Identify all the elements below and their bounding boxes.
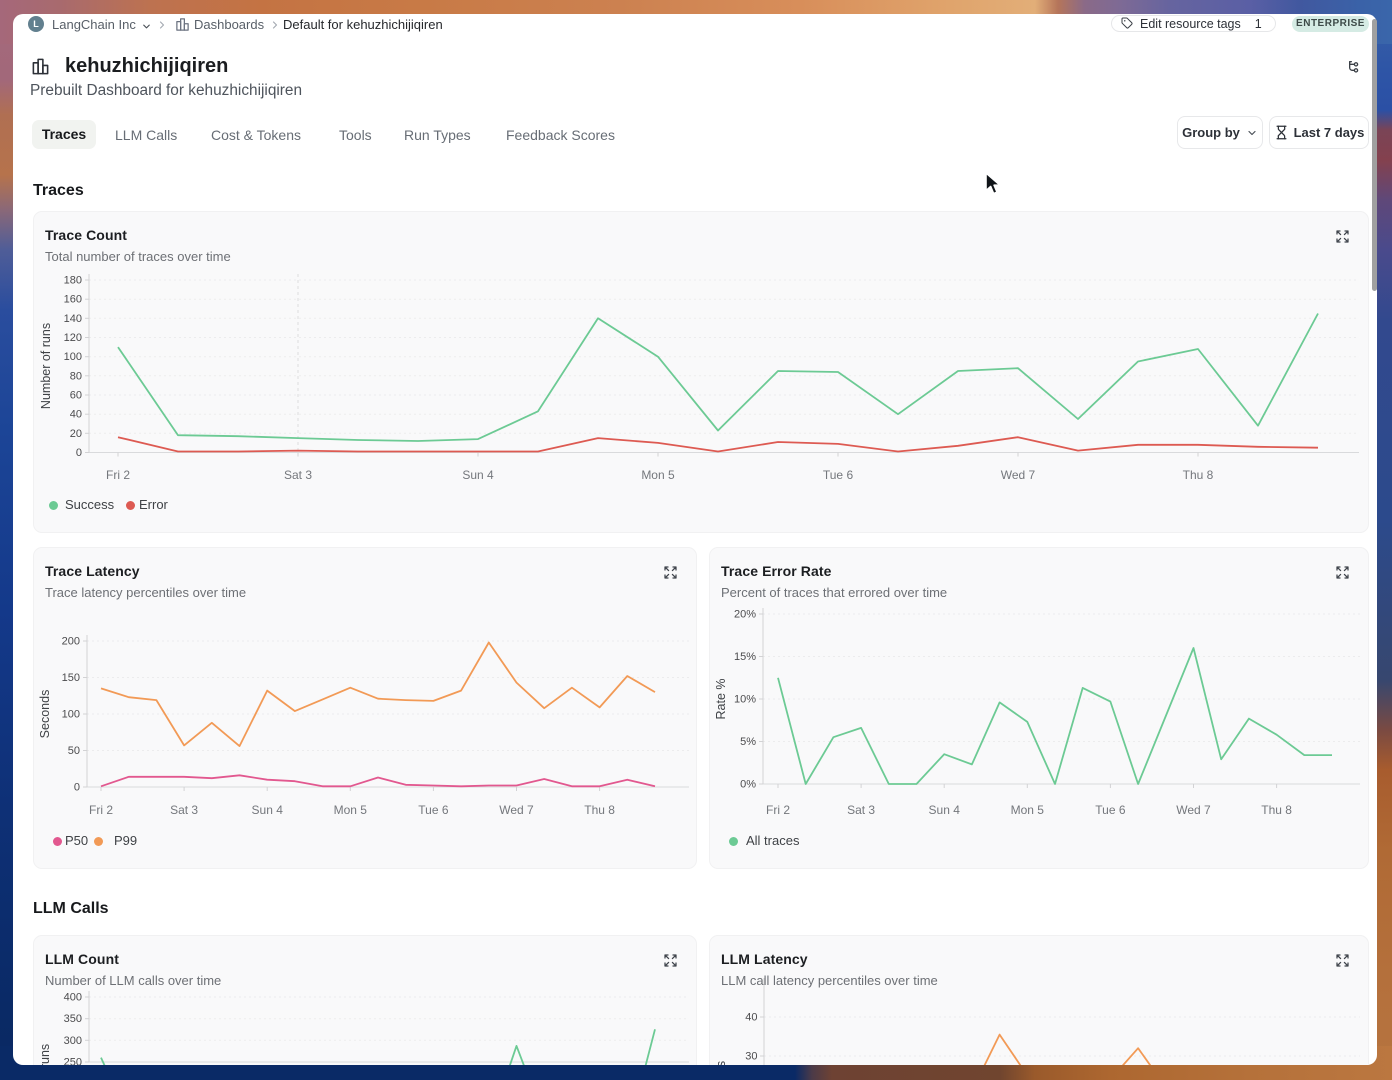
svg-text:150: 150 bbox=[62, 672, 80, 684]
svg-text:180: 180 bbox=[64, 275, 82, 287]
svg-text:Thu 8: Thu 8 bbox=[584, 803, 615, 817]
svg-text:Seconds: Seconds bbox=[38, 690, 52, 739]
svg-text:Mon 5: Mon 5 bbox=[1011, 803, 1045, 817]
svg-text:10%: 10% bbox=[734, 694, 756, 706]
svg-text:Wed 7: Wed 7 bbox=[499, 803, 534, 817]
svg-text:Tue 6: Tue 6 bbox=[823, 468, 854, 482]
svg-text:30: 30 bbox=[745, 1051, 757, 1063]
svg-text:runs: runs bbox=[38, 1044, 52, 1065]
svg-text:5%: 5% bbox=[740, 736, 756, 748]
svg-text:250: 250 bbox=[64, 1057, 82, 1066]
svg-text:60: 60 bbox=[70, 390, 82, 402]
svg-text:Sat 3: Sat 3 bbox=[847, 803, 875, 817]
svg-text:Fri 2: Fri 2 bbox=[106, 468, 130, 482]
svg-text:Thu 8: Thu 8 bbox=[1261, 803, 1292, 817]
svg-text:350: 350 bbox=[64, 1013, 82, 1025]
svg-text:80: 80 bbox=[70, 370, 82, 382]
svg-text:160: 160 bbox=[64, 294, 82, 306]
svg-text:Tue 6: Tue 6 bbox=[1095, 803, 1126, 817]
svg-text:40: 40 bbox=[745, 1012, 757, 1024]
svg-text:100: 100 bbox=[64, 351, 82, 363]
svg-text:Mon 5: Mon 5 bbox=[641, 468, 675, 482]
svg-text:20: 20 bbox=[70, 428, 82, 440]
svg-text:140: 140 bbox=[64, 313, 82, 325]
svg-text:300: 300 bbox=[64, 1035, 82, 1047]
svg-text:Sun 4: Sun 4 bbox=[929, 803, 961, 817]
svg-text:120: 120 bbox=[64, 332, 82, 344]
svg-text:50: 50 bbox=[68, 745, 80, 757]
svg-text:40: 40 bbox=[70, 409, 82, 421]
svg-text:Thu 8: Thu 8 bbox=[1183, 468, 1214, 482]
svg-text:Sat 3: Sat 3 bbox=[284, 468, 312, 482]
svg-text:Number of runs: Number of runs bbox=[39, 323, 53, 409]
svg-text:100: 100 bbox=[62, 709, 80, 721]
svg-text:Fri 2: Fri 2 bbox=[89, 803, 113, 817]
svg-text:0: 0 bbox=[76, 447, 82, 459]
svg-text:Wed 7: Wed 7 bbox=[1176, 803, 1211, 817]
svg-text:s: s bbox=[714, 1061, 728, 1065]
svg-text:0%: 0% bbox=[740, 779, 756, 791]
svg-text:Mon 5: Mon 5 bbox=[334, 803, 368, 817]
svg-text:Fri 2: Fri 2 bbox=[766, 803, 790, 817]
svg-text:Rate %: Rate % bbox=[714, 679, 728, 720]
svg-text:400: 400 bbox=[64, 992, 82, 1004]
svg-text:20%: 20% bbox=[734, 609, 756, 621]
svg-text:Sun 4: Sun 4 bbox=[252, 803, 284, 817]
svg-text:Sat 3: Sat 3 bbox=[170, 803, 198, 817]
svg-text:0: 0 bbox=[74, 782, 80, 794]
svg-text:15%: 15% bbox=[734, 651, 756, 663]
svg-text:Sun 4: Sun 4 bbox=[462, 468, 494, 482]
svg-text:200: 200 bbox=[62, 636, 80, 648]
svg-text:Tue 6: Tue 6 bbox=[418, 803, 449, 817]
svg-text:Wed 7: Wed 7 bbox=[1001, 468, 1036, 482]
